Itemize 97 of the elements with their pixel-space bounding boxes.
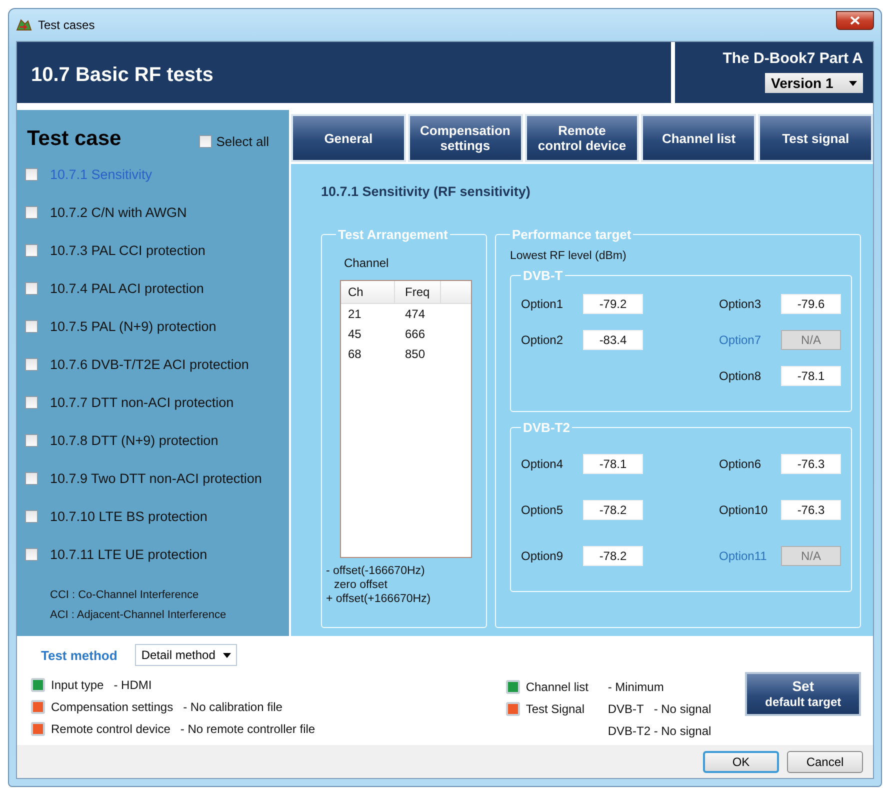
option-label: Option5 xyxy=(521,503,564,517)
test-case-item[interactable]: 10.7.3 PAL CCI protection xyxy=(50,242,206,258)
value-field[interactable]: -78.2 xyxy=(583,546,643,566)
option-label: Option6 xyxy=(719,457,762,471)
checkbox[interactable] xyxy=(199,134,212,148)
value-field[interactable]: -76.3 xyxy=(781,454,841,474)
list-cell-text: 68 xyxy=(347,347,362,361)
checkbox[interactable] xyxy=(25,282,38,294)
status-detail: - Minimum xyxy=(608,680,664,694)
set-default-button[interactable]: Set default target xyxy=(745,672,861,716)
test-title: 10.7.1 Sensitivity (RF sensitivity) xyxy=(321,184,532,199)
close-icon xyxy=(850,16,860,24)
option-label: Option3 xyxy=(719,297,762,311)
tab[interactable]: Channel list xyxy=(641,114,756,162)
caret-icon xyxy=(849,80,857,86)
value-field[interactable]: -78.1 xyxy=(583,454,643,474)
status-detail: - No remote controller file xyxy=(180,722,316,736)
status-name: Remote control device xyxy=(51,722,170,736)
method-label: Test method xyxy=(41,648,118,662)
status-name: Compensation settings xyxy=(51,700,174,714)
channel-list[interactable]: Ch Freq 21 474 45 666 68 850 xyxy=(340,280,472,558)
tab[interactable]: General xyxy=(291,114,406,162)
value-field[interactable]: -78.1 xyxy=(781,366,841,386)
status-detail: - No signal xyxy=(654,702,712,716)
test-case-item[interactable]: 10.7.2 C/N with AWGN xyxy=(50,204,187,220)
list-cell-text: 666 xyxy=(404,327,426,341)
group-legend: DVB-T2 xyxy=(521,420,572,435)
app-icon xyxy=(16,18,32,32)
close-button[interactable] xyxy=(836,10,874,30)
list-cell-text: 474 xyxy=(404,307,426,321)
test-case-item[interactable]: 10.7.7 DTT non-ACI protection xyxy=(50,394,234,410)
window-title: Test cases xyxy=(38,18,96,32)
book-title: The D-Book7 Part A xyxy=(722,50,863,67)
tab[interactable]: Remote control device xyxy=(524,114,640,162)
tab[interactable]: Test signal xyxy=(758,114,873,162)
option-label: Option1 xyxy=(521,297,564,311)
group-legend: DVB-T xyxy=(521,268,565,283)
status-detail: - No calibration file xyxy=(183,700,282,714)
status-name: Test Signal xyxy=(526,701,586,718)
checkbox[interactable] xyxy=(25,244,38,256)
checkbox[interactable] xyxy=(25,358,38,370)
target-caption: Lowest RF level (dBm) xyxy=(510,250,628,262)
column-header[interactable]: Ch xyxy=(341,285,394,299)
test-case-item[interactable]: 10.7.4 PAL ACI protection xyxy=(50,280,204,296)
checkbox[interactable] xyxy=(25,396,38,408)
value-field[interactable]: -76.3 xyxy=(781,500,841,520)
caret-icon xyxy=(223,652,232,658)
method-dropdown[interactable]: Detail method xyxy=(135,644,238,666)
list-cell-text: 21 xyxy=(347,307,362,321)
offset-note: + offset(+166670Hz) xyxy=(326,592,432,606)
option-label: Option4 xyxy=(521,457,564,471)
status-name: Input type xyxy=(51,678,104,692)
value-field[interactable]: -79.2 xyxy=(583,294,643,314)
section-title: 10.7 Basic RF tests xyxy=(30,63,214,88)
checkbox[interactable] xyxy=(25,168,38,180)
status-detail: - No signal xyxy=(654,724,712,738)
list-cell-text: 850 xyxy=(404,347,426,361)
test-case-item[interactable]: 10.7.6 DVB-T/T2E ACI protection xyxy=(50,356,249,372)
value-field[interactable]: -83.4 xyxy=(583,330,643,350)
test-case-item[interactable]: 10.7.8 DTT (N+9) protection xyxy=(50,432,218,448)
offset-note: - offset(-166670Hz) xyxy=(326,564,426,578)
option-label: Option7 xyxy=(719,333,762,347)
version-dropdown[interactable]: Version 1 xyxy=(765,73,863,93)
checkbox-label: Select all xyxy=(216,134,269,148)
group-legend: Test Arrangement xyxy=(336,227,450,242)
value-field[interactable]: -79.6 xyxy=(781,294,841,314)
signal-label: DVB-T xyxy=(608,701,645,718)
checkbox[interactable] xyxy=(25,510,38,522)
offset-note: zero offset xyxy=(333,578,388,592)
legend-note: ACI : Adjacent-Channel Interference xyxy=(50,608,228,623)
option-label: Option8 xyxy=(719,369,762,383)
test-case-item[interactable]: 10.7.5 PAL (N+9) protection xyxy=(50,318,216,334)
group-legend: Performance target xyxy=(510,227,634,242)
legend-note: CCI : Co-Channel Interference xyxy=(50,588,200,603)
checkbox[interactable] xyxy=(25,206,38,218)
list-cell-text: 45 xyxy=(347,327,362,341)
tab[interactable]: Compensation settings xyxy=(408,114,523,162)
checkbox[interactable] xyxy=(25,434,38,446)
cancel-button[interactable]: Cancel xyxy=(787,750,863,772)
test-case-item[interactable]: 10.7.11 LTE UE protection xyxy=(50,546,208,562)
option-label: Option2 xyxy=(521,333,564,347)
panel-title: Test case xyxy=(27,127,122,151)
ok-button[interactable]: OK xyxy=(703,750,779,772)
signal-label: DVB-T2 xyxy=(608,723,652,740)
status-detail: - HDMI xyxy=(114,678,152,692)
checkbox[interactable] xyxy=(25,548,38,560)
checkbox[interactable] xyxy=(25,472,38,484)
column-header[interactable]: Freq xyxy=(394,281,441,303)
option-label: Option10 xyxy=(719,503,769,517)
value-field[interactable]: -78.2 xyxy=(583,500,643,520)
test-case-item[interactable]: 10.7.9 Two DTT non-ACI protection xyxy=(50,470,262,486)
status-name: Channel list xyxy=(526,679,590,696)
option-label: Option9 xyxy=(521,549,564,563)
test-case-item[interactable]: 10.7.10 LTE BS protection xyxy=(50,508,208,524)
option-label: Option11 xyxy=(719,549,768,563)
checkbox[interactable] xyxy=(25,320,38,332)
list-label: Channel xyxy=(344,256,390,270)
